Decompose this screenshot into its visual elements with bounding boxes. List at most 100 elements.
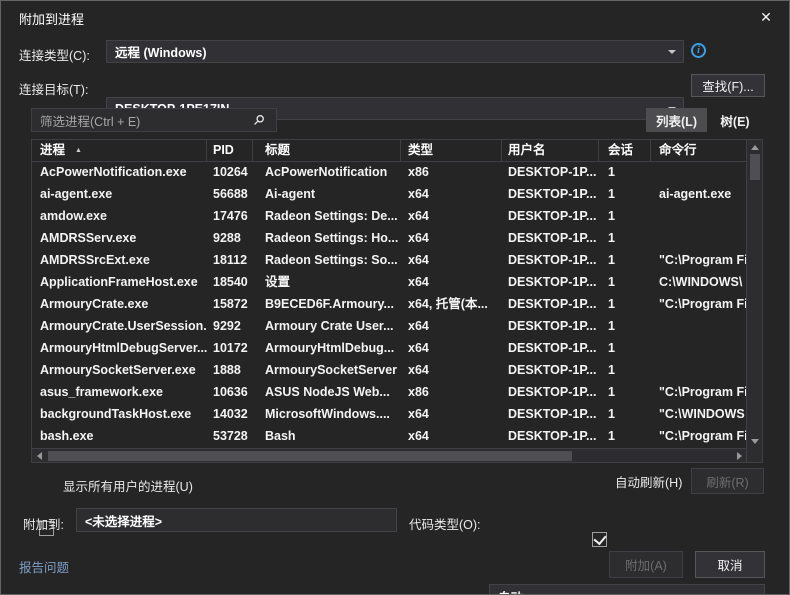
cell-pid: 18112 <box>207 250 253 272</box>
cell-user: DESKTOP-1P... <box>502 162 599 184</box>
table-row[interactable]: AMDRSSrcExt.exe18112Radeon Settings: So.… <box>32 250 746 272</box>
scroll-right-icon[interactable] <box>732 449 746 462</box>
table-row[interactable]: AcPowerNotification.exe10264AcPowerNotif… <box>32 162 746 184</box>
table-row[interactable]: bash.exe53728Bashx64DESKTOP-1P...1"C:\Pr… <box>32 426 746 448</box>
cell-process: ApplicationFrameHost.exe <box>32 272 207 294</box>
cancel-button[interactable]: 取消 <box>695 551 765 578</box>
cell-session: 1 <box>599 250 651 272</box>
cell-cmd: "C:\Program Fi <box>651 382 746 404</box>
table-row[interactable]: ArmourySocketServer.exe1888ArmourySocket… <box>32 360 746 382</box>
cell-type: x64 <box>401 228 502 250</box>
horizontal-scrollbar[interactable] <box>32 448 746 462</box>
cell-session: 1 <box>599 316 651 338</box>
cell-process: backgroundTaskHost.exe <box>32 404 207 426</box>
auto-refresh-checkbox[interactable] <box>592 532 607 547</box>
filter-process-input[interactable]: 筛选进程(Ctrl + E) <box>31 108 277 132</box>
table-row[interactable]: ai-agent.exe56688Ai-agentx64DESKTOP-1P..… <box>32 184 746 206</box>
cell-cmd: "C:\Program Fi <box>651 250 746 272</box>
cell-type: x64 <box>401 272 502 294</box>
cell-pid: 10636 <box>207 382 253 404</box>
cell-process: ArmouryHtmlDebugServer.... <box>32 338 207 360</box>
attach-to-value: <未选择进程> <box>85 511 162 530</box>
scroll-left-icon[interactable] <box>32 449 46 462</box>
table-row[interactable]: amdow.exe17476Radeon Settings: De...x64D… <box>32 206 746 228</box>
cell-pid: 15872 <box>207 294 253 316</box>
chevron-down-icon <box>668 50 676 54</box>
code-type-value: 自动 <box>498 587 523 595</box>
cell-type: x86 <box>401 382 502 404</box>
cell-session: 1 <box>599 360 651 382</box>
table-row[interactable]: asus_framework.exe10636ASUS NodeJS Web..… <box>32 382 746 404</box>
cell-session: 1 <box>599 382 651 404</box>
cell-cmd <box>651 206 746 228</box>
code-type-combobox[interactable]: 自动 <box>489 584 765 595</box>
cell-title: Ai-agent <box>253 184 401 206</box>
attach-to-process-dialog: 附加到进程 ✕ 连接类型(C): 远程 (Windows) i 连接目标(T):… <box>0 0 790 595</box>
connection-target-label: 连接目标(T): <box>19 79 88 98</box>
cell-cmd <box>651 360 746 382</box>
connection-type-combobox[interactable]: 远程 (Windows) <box>106 40 684 63</box>
magnifier-icon[interactable] <box>253 114 265 126</box>
column-header-process[interactable]: 进程▲ <box>32 140 207 162</box>
column-header-pid[interactable]: PID <box>207 140 253 162</box>
vertical-scrollbar-thumb[interactable] <box>750 154 760 180</box>
column-header-user[interactable]: 用户名 <box>502 140 599 162</box>
attach-button[interactable]: 附加(A) <box>609 551 683 578</box>
cell-process: AMDRSServ.exe <box>32 228 207 250</box>
view-tree-button[interactable]: 树(E) <box>711 108 759 132</box>
cell-process: ArmouryCrate.exe <box>32 294 207 316</box>
cell-pid: 1888 <box>207 360 253 382</box>
column-header-cmdline[interactable]: 命令行 <box>651 140 746 162</box>
cell-pid: 56688 <box>207 184 253 206</box>
refresh-button[interactable]: 刷新(R) <box>691 468 764 494</box>
table-row[interactable]: AMDRSServ.exe9288Radeon Settings: Ho...x… <box>32 228 746 250</box>
cell-pid: 53728 <box>207 426 253 448</box>
cell-user: DESKTOP-1P... <box>502 316 599 338</box>
table-row[interactable]: backgroundTaskHost.exe14032MicrosoftWind… <box>32 404 746 426</box>
column-header-title[interactable]: 标题 <box>253 140 401 162</box>
find-button[interactable]: 查找(F)... <box>691 74 765 97</box>
cell-process: AMDRSSrcExt.exe <box>32 250 207 272</box>
info-icon[interactable]: i <box>691 43 706 58</box>
cell-process: bash.exe <box>32 426 207 448</box>
cell-user: DESKTOP-1P... <box>502 382 599 404</box>
table-row[interactable]: ArmouryCrate.UserSession...9292Armoury C… <box>32 316 746 338</box>
cell-pid: 10172 <box>207 338 253 360</box>
cell-user: DESKTOP-1P... <box>502 272 599 294</box>
cell-title: 设置 <box>253 272 401 294</box>
cell-title: ASUS NodeJS Web... <box>253 382 401 404</box>
cell-pid: 9292 <box>207 316 253 338</box>
cell-user: DESKTOP-1P... <box>502 404 599 426</box>
cell-session: 1 <box>599 272 651 294</box>
report-problem-link[interactable]: 报告问题 <box>19 557 69 576</box>
cell-pid: 9288 <box>207 228 253 250</box>
cell-title: ArmouryHtmlDebug... <box>253 338 401 360</box>
table-row[interactable]: ArmouryHtmlDebugServer....10172ArmouryHt… <box>32 338 746 360</box>
scroll-up-icon[interactable] <box>747 140 762 154</box>
cell-process: ai-agent.exe <box>32 184 207 206</box>
attach-to-field[interactable]: <未选择进程> <box>76 508 397 532</box>
table-row[interactable]: ArmouryCrate.exe15872B9ECED6F.Armoury...… <box>32 294 746 316</box>
cell-user: DESKTOP-1P... <box>502 250 599 272</box>
horizontal-scrollbar-thumb[interactable] <box>48 451 572 461</box>
cell-process: ArmouryCrate.UserSession... <box>32 316 207 338</box>
close-icon[interactable]: ✕ <box>753 6 779 28</box>
cell-type: x64 <box>401 184 502 206</box>
cell-title: Radeon Settings: Ho... <box>253 228 401 250</box>
cell-session: 1 <box>599 404 651 426</box>
cell-cmd <box>651 338 746 360</box>
table-row[interactable]: ApplicationFrameHost.exe18540设置x64DESKTO… <box>32 272 746 294</box>
cell-session: 1 <box>599 184 651 206</box>
cell-type: x64 <box>401 206 502 228</box>
column-header-type[interactable]: 类型 <box>401 140 502 162</box>
cell-user: DESKTOP-1P... <box>502 338 599 360</box>
scroll-down-icon[interactable] <box>747 434 762 448</box>
vertical-scrollbar[interactable] <box>746 140 762 448</box>
cell-cmd: "C:\Program Fi <box>651 294 746 316</box>
connection-type-label: 连接类型(C): <box>19 45 90 64</box>
view-list-button[interactable]: 列表(L) <box>646 108 707 132</box>
cell-pid: 14032 <box>207 404 253 426</box>
cell-type: x64 <box>401 338 502 360</box>
column-header-session[interactable]: 会话 <box>599 140 651 162</box>
dialog-title: 附加到进程 <box>19 9 84 28</box>
